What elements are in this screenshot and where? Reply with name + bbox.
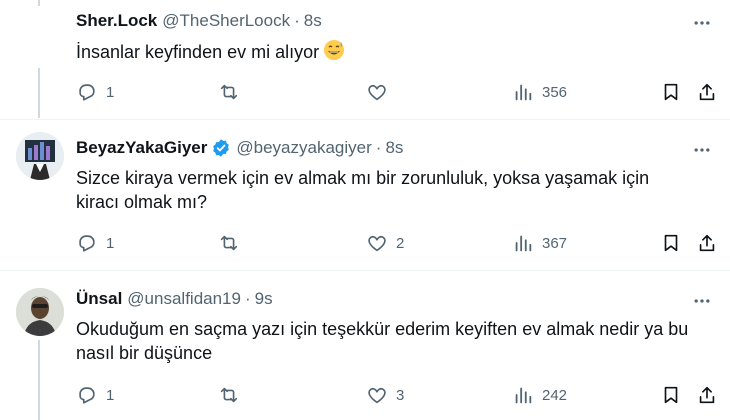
- divider: [0, 119, 730, 120]
- grinning-sweat-emoji: [323, 39, 345, 67]
- verified-badge-icon[interactable]: [211, 138, 231, 158]
- divider: [0, 270, 730, 271]
- timestamp[interactable]: 9s: [255, 289, 273, 309]
- tweet-text: Sizce kiraya vermek için ev almak mı bir…: [76, 168, 650, 212]
- bookmark-icon: [664, 83, 678, 101]
- retweet-button[interactable]: [218, 382, 240, 408]
- views-count: 356: [542, 83, 568, 101]
- reply-button[interactable]: 1: [76, 230, 114, 256]
- tweet-text: Okuduğum en saçma yazı için teşekkür ede…: [76, 319, 689, 363]
- tweet-text: İnsanlar keyfinden ev mi alıyor: [76, 39, 720, 67]
- reply-icon: [79, 235, 95, 252]
- views-button[interactable]: 242: [512, 382, 567, 408]
- views-button[interactable]: 356: [512, 79, 567, 105]
- reply-button[interactable]: 1: [76, 79, 114, 105]
- views-count: 367: [542, 234, 568, 252]
- avatar[interactable]: [16, 288, 64, 336]
- retweet-icon: [220, 387, 238, 403]
- tweet-header: BeyazYakaGiyer @beyazyakagiyer · 8s: [76, 138, 720, 158]
- analytics-icon: [515, 387, 532, 404]
- bookmark-icon: [664, 386, 678, 404]
- bookmark-button[interactable]: [660, 79, 682, 105]
- like-count: 2: [396, 234, 405, 252]
- reply-icon: [79, 387, 95, 404]
- separator-dot: ·: [294, 11, 300, 30]
- timestamp[interactable]: 8s: [385, 138, 403, 158]
- views-count: 242: [542, 386, 568, 404]
- bookmark-icon: [664, 234, 678, 252]
- more-options-icon[interactable]: [690, 291, 714, 311]
- share-button[interactable]: [696, 382, 718, 408]
- share-icon: [699, 234, 715, 252]
- separator-dot: ·: [244, 289, 251, 308]
- reply-count: 1: [106, 234, 115, 252]
- author-handle[interactable]: @TheSherLoock: [162, 11, 290, 31]
- share-icon: [699, 83, 715, 101]
- reply-icon: [79, 84, 95, 101]
- reply-button[interactable]: 1: [76, 382, 114, 408]
- author-name[interactable]: Ünsal: [76, 289, 122, 309]
- heart-icon: [368, 387, 386, 404]
- bookmark-button[interactable]: [660, 382, 682, 408]
- author-handle[interactable]: @unsalfidan19: [127, 289, 241, 309]
- reply-count: 1: [106, 83, 115, 101]
- retweet-button[interactable]: [218, 79, 240, 105]
- analytics-icon: [515, 235, 532, 252]
- reply-count: 1: [106, 386, 115, 404]
- author-name[interactable]: BeyazYakaGiyer: [76, 138, 207, 158]
- like-button[interactable]: [366, 79, 388, 105]
- timestamp[interactable]: 8s: [304, 11, 322, 31]
- retweet-icon: [220, 84, 238, 100]
- heart-icon: [368, 84, 386, 101]
- views-button[interactable]: 367: [512, 230, 567, 256]
- share-button[interactable]: [696, 230, 718, 256]
- tweet-header: Ünsal @unsalfidan19 · 9s: [76, 289, 720, 309]
- thread-line: [38, 340, 40, 420]
- more-options-icon[interactable]: [690, 140, 714, 160]
- bookmark-button[interactable]: [660, 230, 682, 256]
- share-button[interactable]: [696, 79, 718, 105]
- thread-line: [38, 68, 40, 118]
- author-handle[interactable]: @beyazyakagiyer: [236, 138, 371, 158]
- share-icon: [699, 386, 715, 404]
- analytics-icon: [515, 84, 532, 101]
- retweet-icon: [220, 235, 238, 251]
- heart-icon: [368, 235, 386, 252]
- like-button[interactable]: 2: [366, 230, 404, 256]
- retweet-button[interactable]: [218, 230, 240, 256]
- avatar[interactable]: [16, 132, 64, 180]
- more-options-icon[interactable]: [690, 13, 714, 33]
- like-count: 3: [396, 386, 405, 404]
- like-button[interactable]: 3: [366, 382, 404, 408]
- separator-dot: ·: [375, 138, 382, 157]
- author-name[interactable]: Sher.Lock: [76, 11, 157, 31]
- tweet-header: Sher.Lock @TheSherLoock · 8s: [76, 11, 720, 31]
- thread-line: [38, 0, 40, 6]
